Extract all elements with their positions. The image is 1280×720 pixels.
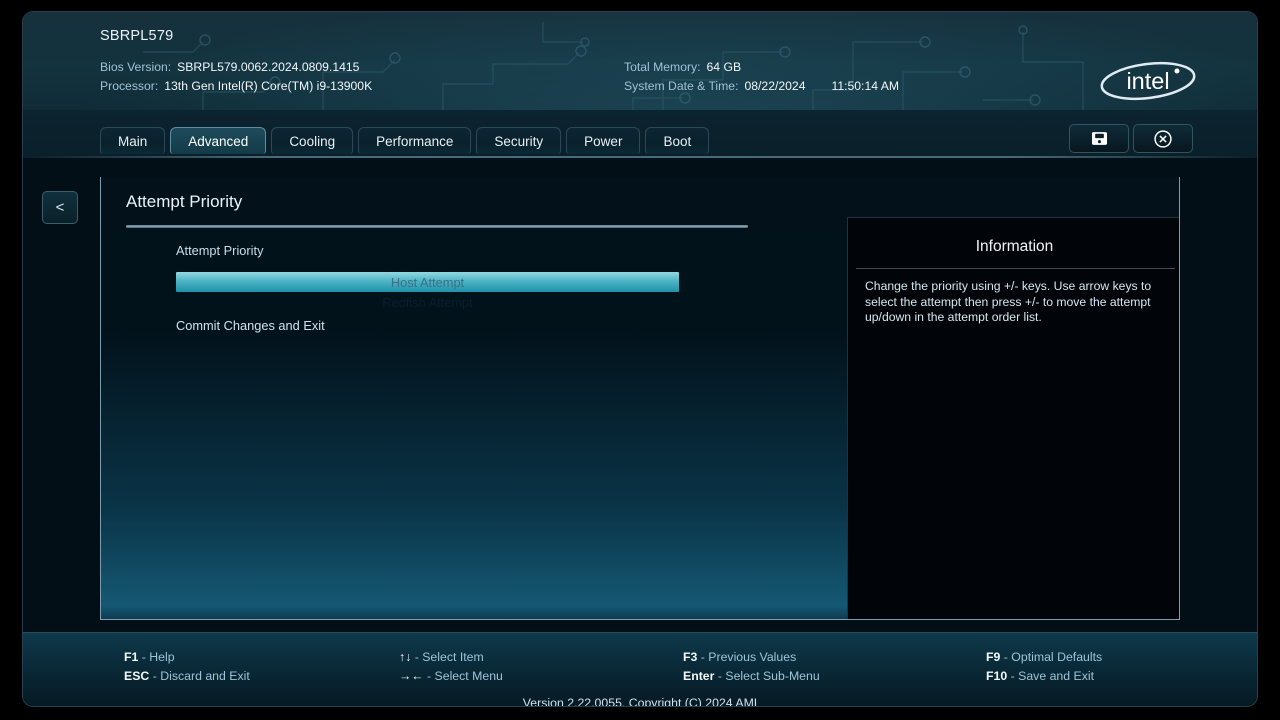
header-bar: SBRPL579 Bios Version: SBRPL579.0062.2024… <box>23 12 1257 110</box>
tab-power[interactable]: Power <box>566 127 641 154</box>
system-datetime-label: System Date & Time: <box>624 79 739 93</box>
footer-help-bar: F1 - Help ESC - Discard and Exit ↑↓ - Se… <box>23 632 1257 706</box>
svg-text:intel: intel <box>1126 68 1169 94</box>
tab-bar: Main Advanced Cooling Performance Securi… <box>23 110 1257 158</box>
tab-performance[interactable]: Performance <box>358 127 472 154</box>
bios-version-value: SBRPL579.0062.2024.0809.1415 <box>177 60 360 74</box>
hint-f1-desc: - Help <box>141 650 175 664</box>
tab-list: Main Advanced Cooling Performance Securi… <box>100 127 710 154</box>
total-memory-label: Total Memory: <box>624 60 701 74</box>
hint-leftright-key: →← <box>399 669 424 683</box>
information-body: Change the priority using +/- keys. Use … <box>865 279 1152 325</box>
tab-main[interactable]: Main <box>100 127 166 154</box>
attempt-option-host[interactable]: Host Attempt <box>176 272 679 292</box>
hint-f10: F10 - Save and Exit <box>986 669 1094 683</box>
information-divider <box>856 268 1175 269</box>
tab-boot[interactable]: Boot <box>645 127 710 154</box>
hint-f3-key: F3 <box>683 650 698 664</box>
system-time-value: 11:50:14 AM <box>831 79 899 93</box>
tab-advanced[interactable]: Advanced <box>170 127 267 154</box>
hint-enter-desc: - Select Sub-Menu <box>717 669 820 683</box>
save-button[interactable] <box>1069 124 1129 153</box>
processor-row: Processor: 13th Gen Intel(R) Core(TM) i9-… <box>100 79 372 93</box>
title-divider <box>126 225 748 228</box>
chevron-left-icon: < <box>55 199 65 216</box>
bios-window: SBRPL579 Bios Version: SBRPL579.0062.2024… <box>23 12 1257 706</box>
hint-f9-key: F9 <box>986 650 1001 664</box>
page-title: Attempt Priority <box>126 192 243 211</box>
attempt-option-redfish[interactable]: Redfish Attempt <box>176 292 679 312</box>
system-datetime-row: System Date & Time: 08/22/2024 11:50:14 AM <box>624 79 899 93</box>
hint-enter: Enter - Select Sub-Menu <box>683 669 820 683</box>
close-circle-icon <box>1154 129 1172 148</box>
hint-f3-desc: - Previous Values <box>700 650 797 664</box>
bios-setup-screen: SBRPL579 Bios Version: SBRPL579.0062.2024… <box>0 0 1280 720</box>
hint-f10-desc: - Save and Exit <box>1010 669 1095 683</box>
hint-leftright-desc: - Select Menu <box>427 669 503 683</box>
processor-value: 13th Gen Intel(R) Core(TM) i9-13900K <box>164 79 373 93</box>
hint-updown-desc: - Select Item <box>414 650 484 664</box>
hint-enter-key: Enter <box>683 669 715 683</box>
hint-f10-key: F10 <box>986 669 1008 683</box>
hint-f9: F9 - Optimal Defaults <box>986 650 1102 664</box>
hint-updown: ↑↓ - Select Item <box>399 650 484 664</box>
total-memory-value: 64 GB <box>706 60 742 74</box>
attempt-priority-field-label: Attempt Priority <box>176 243 264 258</box>
intel-logo: intel <box>1100 61 1196 101</box>
version-copyright: Version 2.22.0055. Copyright (C) 2024 AM… <box>522 696 758 706</box>
back-button[interactable]: < <box>42 191 78 224</box>
bios-version-row: Bios Version: SBRPL579.0062.2024.0809.141… <box>100 60 359 74</box>
hint-esc-desc: - Discard and Exit <box>152 669 250 683</box>
hint-f1-key: F1 <box>124 650 139 664</box>
commit-changes-and-exit-item[interactable]: Commit Changes and Exit <box>176 318 325 333</box>
attempt-priority-list[interactable]: Host Attempt Redfish Attempt <box>176 272 679 312</box>
system-date-value: 08/22/2024 <box>744 79 806 93</box>
hint-f9-desc: - Optimal Defaults <box>1003 650 1103 664</box>
hint-updown-key: ↑↓ <box>399 650 412 664</box>
information-title: Information <box>975 238 1054 255</box>
hint-esc: ESC - Discard and Exit <box>124 669 250 683</box>
bios-version-label: Bios Version: <box>100 60 172 74</box>
hint-f3: F3 - Previous Values <box>683 650 796 664</box>
content-panel: Attempt Priority Attempt Priority Host A… <box>100 177 1180 620</box>
save-floppy-icon <box>1091 132 1107 145</box>
tab-cooling[interactable]: Cooling <box>271 127 354 154</box>
hint-leftright: →← - Select Menu <box>399 669 503 683</box>
information-panel: Information Change the priority using +/… <box>847 217 1179 619</box>
board-name: SBRPL579 <box>100 28 174 44</box>
tab-security[interactable]: Security <box>476 127 562 154</box>
total-memory-row: Total Memory: 64 GB <box>624 60 741 74</box>
body-stage: < Attempt Priority Attempt Priority Host… <box>23 158 1257 632</box>
close-button[interactable] <box>1133 124 1193 153</box>
hint-esc-key: ESC <box>124 669 150 683</box>
toolbar-buttons <box>1069 124 1193 153</box>
hint-f1: F1 - Help <box>124 650 175 664</box>
processor-label: Processor: <box>100 79 159 93</box>
